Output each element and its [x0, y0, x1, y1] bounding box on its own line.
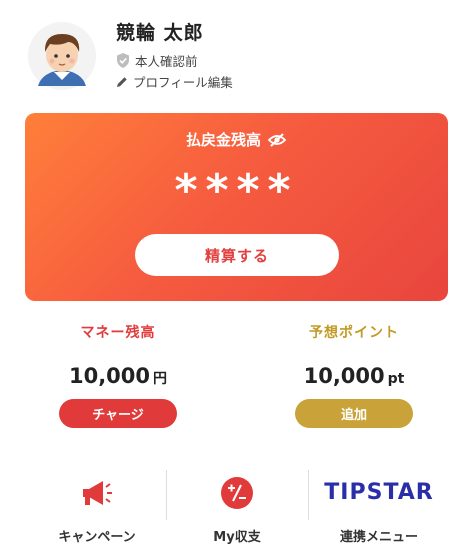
- money-amount-value: 10,000: [68, 364, 151, 388]
- bottom-menu: キャンペーン My収支 TIPSTAR 連携メニュー: [0, 466, 472, 550]
- charge-button[interactable]: チャージ: [59, 399, 177, 428]
- plus-minus-icon: [221, 477, 253, 509]
- profile-header: 競輪 太郎 本人確認前 プロフィール編集: [0, 0, 472, 110]
- points-amount-unit: pt: [387, 371, 405, 387]
- card-title-row: 払戻金残高: [25, 129, 448, 150]
- refund-balance-card: 払戻金残高 **** 精算する: [25, 113, 448, 301]
- masked-balance: ****: [174, 165, 299, 216]
- prediction-points-amount: 10,000 pt: [236, 364, 472, 388]
- prediction-points-label: 予想ポイント: [309, 325, 399, 341]
- megaphone-icon: [83, 481, 112, 505]
- eye-slash-icon[interactable]: [267, 132, 287, 148]
- points-amount-value: 10,000: [303, 364, 385, 388]
- menu-item-campaign[interactable]: キャンペーン: [27, 466, 167, 550]
- tipstar-logo: TIPSTAR: [324, 480, 434, 505]
- card-title: 払戻金残高: [185, 131, 261, 149]
- money-balance-section: マネー残高 10,000 円 チャージ: [0, 322, 236, 428]
- edit-profile-label: プロフィール編集: [133, 75, 233, 90]
- prediction-points-section: 予想ポイント 10,000 pt 追加: [236, 322, 472, 428]
- shield-check-icon: [117, 53, 129, 68]
- menu-item-campaign-label: キャンペーン: [58, 530, 136, 545]
- add-points-button[interactable]: 追加: [295, 399, 413, 428]
- user-name: 競輪 太郎: [116, 22, 204, 44]
- menu-item-my-balance[interactable]: My収支: [167, 466, 307, 550]
- menu-item-linked-menu-label: 連携メニュー: [339, 530, 418, 545]
- menu-item-my-balance-label: My収支: [213, 530, 261, 545]
- edit-profile-link[interactable]: プロフィール編集: [116, 72, 233, 91]
- verification-status-label: 本人確認前: [135, 54, 198, 69]
- menu-item-linked-menu[interactable]: TIPSTAR 連携メニュー: [309, 466, 449, 550]
- settle-button[interactable]: 精算する: [135, 234, 339, 276]
- verification-status: 本人確認前: [116, 51, 198, 70]
- pencil-icon: [117, 76, 127, 87]
- money-balance-amount: 10,000 円: [0, 364, 236, 388]
- avatar[interactable]: [28, 22, 96, 90]
- money-balance-label: マネー残高: [80, 325, 156, 341]
- money-amount-unit: 円: [153, 371, 168, 387]
